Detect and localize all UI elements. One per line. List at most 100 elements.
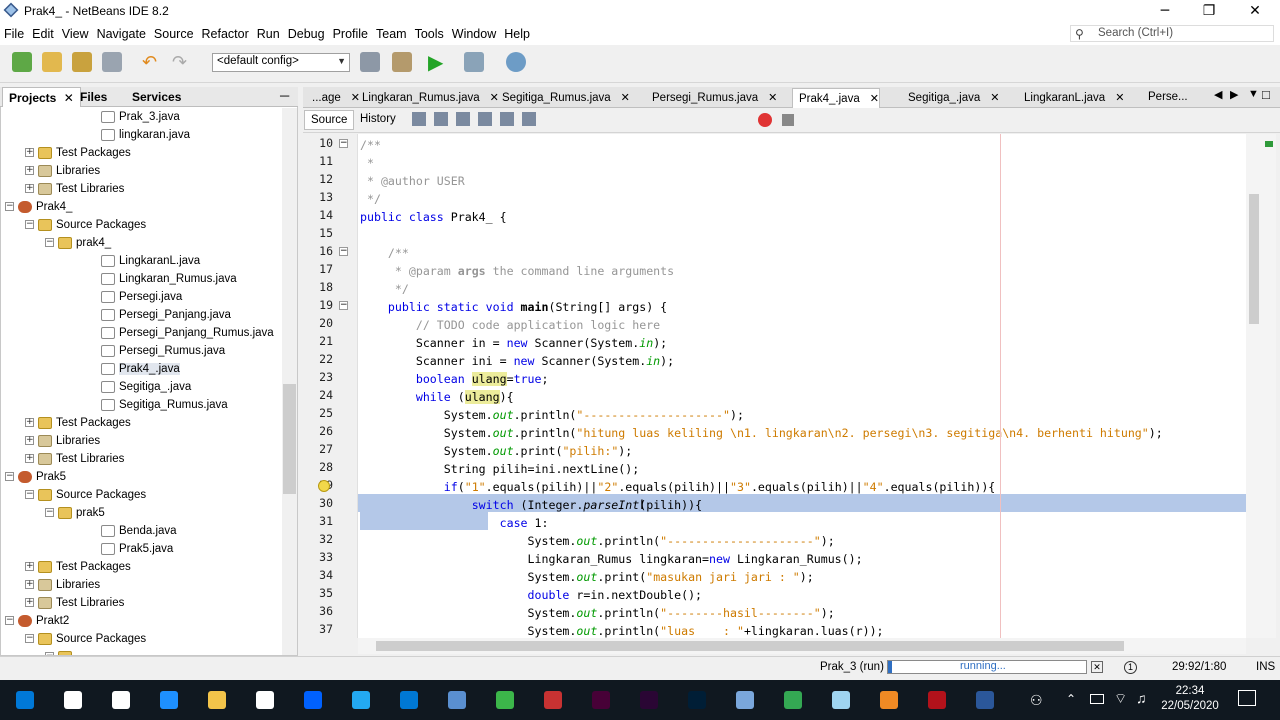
build-icon[interactable] — [360, 52, 380, 72]
maximize-button[interactable]: ❐ — [1186, 0, 1232, 24]
mail-icon[interactable] — [392, 684, 424, 716]
code-line[interactable]: public class Prak4_ { — [360, 208, 507, 226]
code-line[interactable]: Scanner ini = new Scanner(System.in); — [360, 352, 674, 370]
wifi-icon[interactable]: ⌔ — [1114, 690, 1127, 708]
menu-item-source[interactable]: Source — [150, 24, 198, 41]
tree-item[interactable]: − Prak4_ — [5, 198, 72, 216]
new-file-icon[interactable] — [12, 52, 32, 72]
editor-hscroll-thumb[interactable] — [376, 641, 1124, 651]
close-tab-icon[interactable]: ✕ — [621, 91, 630, 104]
debug-icon[interactable] — [464, 52, 484, 72]
search-icon[interactable] — [56, 684, 88, 716]
menu-item-tools[interactable]: Tools — [411, 24, 448, 41]
code-line[interactable]: switch (Integer.parseInt(pilih)){ — [360, 496, 702, 514]
toggle-highlight-icon[interactable] — [522, 112, 536, 126]
start-icon[interactable] — [8, 684, 40, 716]
collapse-icon[interactable]: − — [25, 490, 34, 500]
new-project-icon[interactable] — [42, 52, 62, 72]
find-prev-icon[interactable] — [478, 112, 492, 126]
collapse-icon[interactable]: − — [5, 472, 14, 482]
code-line[interactable]: System.out.println("luas : "+lingkaran.l… — [360, 622, 884, 638]
menu-item-view[interactable]: View — [58, 24, 93, 41]
code-line[interactable]: System.out.println("--------hasil-------… — [360, 604, 835, 622]
menu-item-help[interactable]: Help — [500, 24, 534, 41]
editor-tab[interactable]: LingkaranL.java ✕ — [1018, 88, 1124, 108]
code-line[interactable]: * @author USER — [360, 172, 465, 190]
expand-icon[interactable]: + — [25, 454, 34, 464]
tab-list-icon[interactable]: ▼ — [1248, 88, 1259, 100]
code-line[interactable]: double r=in.nextDouble(); — [360, 586, 703, 604]
dropbox-icon[interactable] — [296, 684, 328, 716]
tray-chevron-icon[interactable]: ⌃ — [1066, 692, 1076, 706]
code-line[interactable]: if("1".equals(pilih)||"2".equals(pilih)|… — [360, 478, 996, 496]
premiere-icon[interactable] — [632, 684, 664, 716]
profile-icon[interactable] — [506, 52, 526, 72]
tree-item[interactable]: Prak4_.java — [101, 360, 180, 378]
tree-item[interactable]: Persegi_Rumus.java — [101, 342, 225, 360]
code-text[interactable]: /** * * @author USER */public class Prak… — [358, 134, 1246, 638]
spreadsheet-icon[interactable] — [488, 684, 520, 716]
tree-item[interactable]: Prak5.java — [101, 540, 173, 558]
store-icon[interactable] — [248, 684, 280, 716]
tree-item[interactable]: + Test Packages — [25, 144, 131, 162]
code-line[interactable]: /** — [360, 136, 381, 154]
tree-scrollbar[interactable] — [282, 108, 297, 655]
menu-item-window[interactable]: Window — [448, 24, 500, 41]
volume-icon[interactable]: ♫ — [1136, 690, 1147, 706]
cancel-task-icon[interactable]: ✕ — [1091, 661, 1103, 673]
search-input[interactable]: Search (Ctrl+I) — [1070, 25, 1274, 42]
minimize-panel-icon[interactable]: ─ — [280, 88, 289, 103]
close-tab-icon[interactable]: ✕ — [870, 92, 879, 105]
expand-icon[interactable]: + — [25, 148, 34, 158]
tree-item[interactable]: + Test Packages — [25, 558, 131, 576]
menu-item-debug[interactable]: Debug — [284, 24, 329, 41]
clock[interactable]: 22:34 22/05/2020 — [1160, 684, 1220, 716]
collapse-icon[interactable]: − — [5, 616, 14, 626]
code-line[interactable]: // TODO code application logic here — [360, 316, 660, 334]
config-select[interactable]: <default config> ▼ — [212, 53, 350, 72]
photoshop-icon[interactable] — [680, 684, 712, 716]
tree-item[interactable]: + Libraries — [25, 576, 100, 594]
tree-item[interactable]: Segitiga_Rumus.java — [101, 396, 228, 414]
tree-item[interactable]: + Libraries — [25, 162, 100, 180]
menu-item-navigate[interactable]: Navigate — [93, 24, 150, 41]
task-view-icon[interactable] — [104, 684, 136, 716]
minimize-button[interactable]: ─ — [1142, 0, 1188, 24]
maximize-editor-icon[interactable]: □ — [1262, 87, 1270, 102]
scroll-tabs-left-icon[interactable]: ◀ — [1214, 88, 1222, 101]
scroll-tabs-right-icon[interactable]: ▶ — [1230, 88, 1238, 101]
notepad-icon[interactable] — [824, 684, 856, 716]
code-line[interactable]: /** — [360, 244, 409, 262]
undo-icon[interactable]: ↶ — [142, 52, 157, 73]
collapse-icon[interactable]: − — [45, 508, 54, 518]
vlc-icon[interactable] — [872, 684, 904, 716]
collapse-icon[interactable]: − — [45, 238, 54, 248]
back-icon[interactable] — [412, 112, 426, 126]
source-tab[interactable]: Source — [304, 110, 355, 130]
tree-item[interactable]: + Test Libraries — [25, 594, 124, 612]
tab-files[interactable]: Files — [74, 87, 113, 107]
people-icon[interactable]: ⚇ — [1030, 692, 1043, 709]
editor-tab[interactable]: Segitiga_Rumus.java ✕ — [496, 88, 630, 108]
code-line[interactable]: */ — [360, 280, 409, 298]
tree-item[interactable]: − Source Packages — [25, 216, 146, 234]
expand-icon[interactable]: + — [25, 436, 34, 446]
editor-tab[interactable]: ...age ✕ — [306, 88, 360, 108]
editor-tab[interactable]: Segitiga_.java ✕ — [902, 88, 999, 108]
close-button[interactable]: ✕ — [1232, 0, 1278, 24]
reader-icon[interactable] — [920, 684, 952, 716]
tab-projects[interactable]: Projects ✕ — [2, 87, 81, 107]
close-tab-icon[interactable]: ✕ — [768, 91, 777, 104]
code-line[interactable]: */ — [360, 190, 381, 208]
expand-icon[interactable]: + — [25, 580, 34, 590]
code-line[interactable]: public static void main(String[] args) { — [360, 298, 667, 316]
close-icon[interactable]: ✕ — [64, 91, 74, 105]
running-task[interactable]: Prak_3 (run) — [820, 661, 884, 673]
menu-item-file[interactable]: File — [0, 24, 28, 41]
explorer-icon[interactable] — [200, 684, 232, 716]
collapse-icon[interactable]: − — [25, 220, 34, 230]
menu-item-run[interactable]: Run — [253, 24, 284, 41]
fold-icon[interactable]: − — [339, 139, 348, 148]
tree-item[interactable]: − prak4_ — [45, 234, 111, 252]
tree-item[interactable]: + Libraries — [25, 432, 100, 450]
